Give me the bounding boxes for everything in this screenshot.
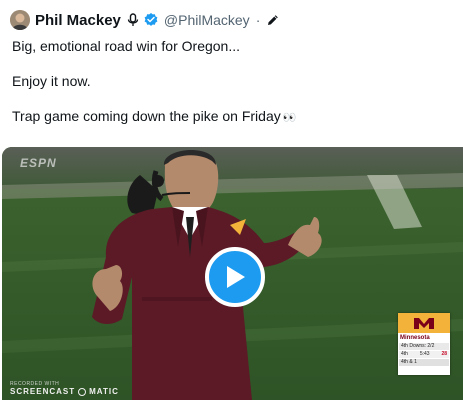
tweet-line-3-text: Trap game coming down the pike on Friday (12, 108, 281, 124)
edit-pencil-icon[interactable] (266, 13, 280, 27)
tweet-line-2: Enjoy it now. (12, 73, 91, 89)
network-logo: ESPN (20, 156, 57, 170)
scorebug-score: 28 (441, 351, 447, 357)
scorebug-down-distance: 4th & 1 (399, 359, 449, 366)
watermark-right: MATIC (89, 387, 119, 396)
scorebug-clock: 5:43 (419, 351, 430, 357)
tweet-text: Big, emotional road win for Oregon... En… (12, 38, 452, 127)
scorebug: Minnesota 4th Downs: 2/2 4th 5:43 28 4th… (398, 313, 450, 375)
scorebug-clock-row: 4th 5:43 28 (399, 351, 449, 358)
watermark-logo-icon (78, 387, 87, 396)
author-name[interactable]: Phil Mackey (35, 12, 121, 29)
play-button[interactable] (205, 247, 265, 307)
tweet-header: Phil Mackey @PhilMackey · (10, 9, 280, 31)
eyes-emoji: 👀 (282, 112, 298, 124)
tweet-line-3: Trap game coming down the pike on Friday… (12, 108, 452, 127)
watermark-caption: RECORDED WITH (10, 381, 60, 387)
separator-dot: · (255, 12, 261, 28)
video-player[interactable]: ESPN Minnesota 4th Downs: 2/2 4th 5:43 2… (2, 147, 463, 400)
screencast-watermark: RECORDED WITH SCREENCAST MATIC (10, 381, 119, 396)
microphone-icon (127, 13, 139, 27)
scorebug-quarter: 4th (401, 351, 408, 357)
play-icon (227, 266, 245, 288)
verified-badge-icon (143, 12, 159, 28)
tweet-line-1: Big, emotional road win for Oregon... (12, 38, 241, 54)
avatar[interactable] (10, 10, 30, 30)
author-handle[interactable]: @PhilMackey (164, 12, 250, 28)
watermark-left: SCREENCAST (10, 387, 76, 396)
scorebug-team: Minnesota (400, 335, 430, 341)
scorebug-downs: 4th Downs: 2/2 (399, 343, 449, 350)
minnesota-logo (398, 313, 450, 333)
